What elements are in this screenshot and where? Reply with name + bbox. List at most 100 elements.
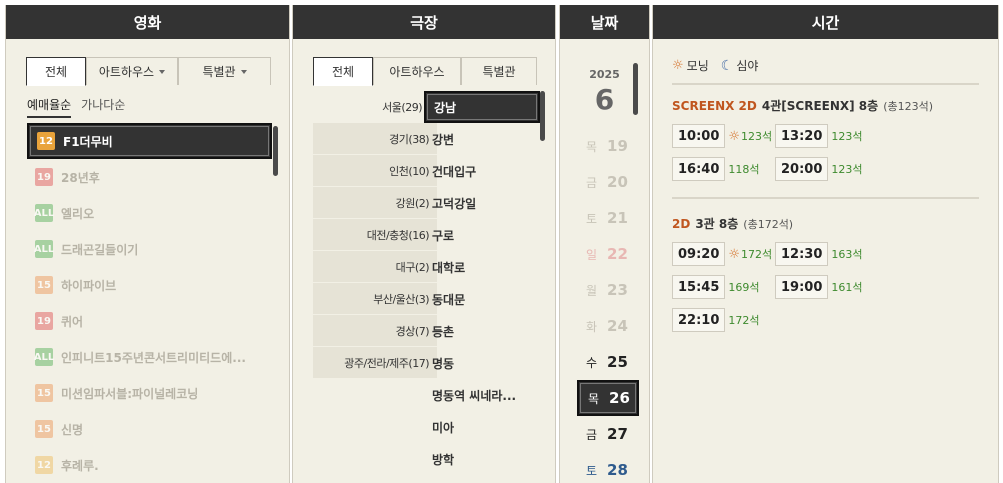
region-item[interactable]: 경상(7) xyxy=(313,315,437,347)
branch-item[interactable]: 미아 xyxy=(424,411,540,443)
region-item[interactable]: 인천(10) xyxy=(313,155,437,187)
theater-tab-arthouse-label: 아트하우스 xyxy=(389,65,445,79)
branch-item[interactable]: 동대문 xyxy=(424,283,540,315)
branch-item[interactable]: 강남 xyxy=(424,91,540,123)
date-weekday: 일 xyxy=(586,247,598,262)
movie-tab-special[interactable]: 특별관 xyxy=(178,57,271,85)
branch-item[interactable]: 명동 xyxy=(424,347,540,379)
movie-item[interactable]: ALL 엘리오 xyxy=(27,195,272,231)
showtime-button[interactable]: 19:00 xyxy=(775,275,829,299)
date-day: 25 xyxy=(607,353,628,371)
region-item[interactable]: 광주/전라/제주(17) xyxy=(313,347,437,379)
date-weekday: 금 xyxy=(586,175,598,190)
date-item[interactable]: 토 21 xyxy=(577,200,639,236)
branch-list-scrollbar[interactable] xyxy=(540,91,545,141)
date-item[interactable]: 금 20 xyxy=(577,164,639,200)
region-item[interactable]: 서울(29) xyxy=(313,91,437,123)
showtime-button[interactable]: 20:00 xyxy=(775,157,829,181)
theater-tab-all-label: 전체 xyxy=(331,65,355,79)
movie-tab-special-label: 특별관 xyxy=(202,65,236,79)
date-item[interactable]: 화 24 xyxy=(577,308,639,344)
branch-item[interactable]: 건대입구 xyxy=(424,155,540,187)
showtime-button[interactable]: 12:30 xyxy=(775,242,829,266)
sort-by-name[interactable]: 가나다순 xyxy=(81,96,125,118)
showtime-button[interactable]: 10:00 xyxy=(672,124,726,148)
showtime-slot: 09:20 ☼ 172석 xyxy=(672,242,775,266)
movie-tab-arthouse[interactable]: 아트하우스 xyxy=(86,57,178,85)
rating-badge: 15 xyxy=(35,384,53,402)
remaining-seats: 161석 xyxy=(831,279,862,295)
screen-group: 2D 3관 8층 (총172석) 09:20 ☼ 172석 12:30 163석 15:45 16… xyxy=(672,215,979,332)
movie-item[interactable]: 12 후례루. xyxy=(27,447,272,483)
branch-list: 강남 강변 건대입구 고덕강일 구로 대학로 동대문 등촌 명동 명동역 씨네라... 미아 방학 xyxy=(424,91,540,475)
region-item[interactable]: 대구(2) xyxy=(313,251,437,283)
movie-title: 인피니트15주년콘서트리미티드에... xyxy=(61,350,246,365)
remaining-seats: ☼ 172석 xyxy=(728,246,772,262)
movie-title: 퀴어 xyxy=(61,314,84,329)
date-day: 23 xyxy=(607,281,628,299)
date-column: 날짜 2025 6 목 19 금 20 토 21 일 22 월 23 화 24 수 25 목 26 금 27 토 28 xyxy=(559,5,650,483)
remaining-seats: 123석 xyxy=(831,161,862,177)
movie-item[interactable]: ALL 인피니트15주년콘서트리미티드에... xyxy=(27,339,272,375)
showtime-button[interactable]: 15:45 xyxy=(672,275,726,299)
movie-title: 후례루. xyxy=(61,458,99,473)
region-label: 광주/전라/제주(17) xyxy=(344,356,429,370)
showtime-button[interactable]: 16:40 xyxy=(672,157,726,181)
sort-by-booking-rate[interactable]: 예매율순 xyxy=(27,96,72,118)
date-item[interactable]: 토 28 xyxy=(577,452,639,483)
theater-tab-arthouse[interactable]: 아트하우스 xyxy=(373,57,461,85)
showtime-button[interactable]: 22:10 xyxy=(672,308,726,332)
branch-item[interactable]: 고덕강일 xyxy=(424,187,540,219)
screen-total-seats: (총123석) xyxy=(883,100,934,113)
movie-item[interactable]: 15 미션임파서블:파이널레코닝 xyxy=(27,375,272,411)
remaining-seats: ☼ 123석 xyxy=(728,128,772,144)
showtime-button[interactable]: 09:20 xyxy=(672,242,726,266)
remaining-seats-value: 163석 xyxy=(831,248,863,261)
branch-item[interactable]: 등촌 xyxy=(424,315,540,347)
movie-tab-all-label: 전체 xyxy=(44,65,68,79)
region-label: 부산/울산(3) xyxy=(373,292,429,306)
date-column-header: 날짜 xyxy=(560,5,649,39)
screen-total-seats: (총172석) xyxy=(743,218,794,231)
rating-badge: 15 xyxy=(35,276,53,294)
date-item[interactable]: 월 23 xyxy=(577,272,639,308)
date-item[interactable]: 목 26 xyxy=(577,380,639,416)
movie-item[interactable]: 12 F1더무비 xyxy=(27,123,272,159)
region-item[interactable]: 강원(2) xyxy=(313,187,437,219)
movie-item[interactable]: ALL 드래곤길들이기 xyxy=(27,231,272,267)
branch-item[interactable]: 명동역 씨네라... xyxy=(424,379,540,411)
date-weekday: 금 xyxy=(586,427,598,442)
date-list-scrollbar[interactable] xyxy=(633,63,638,115)
date-weekday: 토 xyxy=(586,463,598,478)
date-day: 26 xyxy=(609,389,630,407)
date-item[interactable]: 수 25 xyxy=(577,344,639,380)
movie-tab-all[interactable]: 전체 xyxy=(26,57,86,86)
region-item[interactable]: 부산/울산(3) xyxy=(313,283,437,315)
date-item[interactable]: 일 22 xyxy=(577,236,639,272)
date-item[interactable]: 목 19 xyxy=(577,128,639,164)
branch-item[interactable]: 강변 xyxy=(424,123,540,155)
date-item[interactable]: 금 27 xyxy=(577,416,639,452)
theater-tabs: 전체 아트하우스 특별관 xyxy=(313,57,537,86)
branch-item[interactable]: 방학 xyxy=(424,443,540,475)
date-weekday: 토 xyxy=(586,211,598,226)
chevron-down-icon xyxy=(159,69,166,74)
movie-item[interactable]: 15 하이파이브 xyxy=(27,267,272,303)
theater-tab-all[interactable]: 전체 xyxy=(313,57,373,86)
movie-item[interactable]: 19 28년후 xyxy=(27,159,272,195)
theater-tab-special[interactable]: 특별관 xyxy=(461,57,537,85)
movie-item[interactable]: 19 퀴어 xyxy=(27,303,272,339)
date-list: 목 19 금 20 토 21 일 22 월 23 화 24 수 25 목 26 금 27 토 28 xyxy=(577,128,639,483)
branch-item[interactable]: 대학로 xyxy=(424,251,540,283)
date-day: 28 xyxy=(607,461,628,479)
rating-badge: ALL xyxy=(34,348,54,366)
screen-group: SCREENX 2D 4관[SCREENX] 8층 (총123석) 10:00 ☼ 123… xyxy=(672,97,979,181)
movie-item[interactable]: 15 신명 xyxy=(27,411,272,447)
rating-badge: 19 xyxy=(35,168,53,186)
showtime-button[interactable]: 13:20 xyxy=(775,124,829,148)
region-item[interactable]: 경기(38) xyxy=(313,123,437,155)
movie-title: 엘리오 xyxy=(61,206,95,221)
movie-list-scrollbar[interactable] xyxy=(273,126,278,176)
branch-item[interactable]: 구로 xyxy=(424,219,540,251)
region-item[interactable]: 대전/충청(16) xyxy=(313,219,437,251)
